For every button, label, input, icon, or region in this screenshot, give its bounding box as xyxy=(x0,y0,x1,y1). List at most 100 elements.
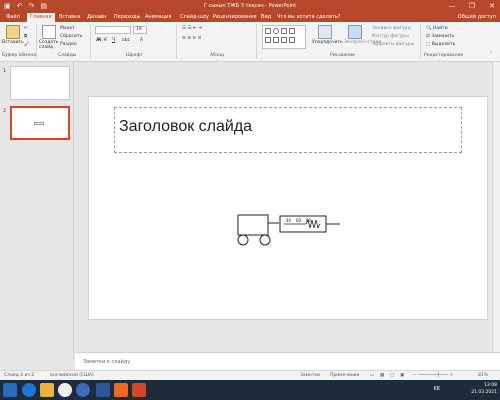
taskbar: KK 13:08 21.03.2021 xyxy=(0,380,500,400)
minimize-button[interactable]: — xyxy=(446,0,458,12)
tab-review[interactable]: Рецензирование xyxy=(210,13,260,22)
paste-label[interactable]: Вставить xyxy=(2,40,24,46)
slide-title: Заголовок слайда xyxy=(119,118,253,135)
font-size-select[interactable]: 18 xyxy=(133,26,147,34)
powerpoint-icon[interactable] xyxy=(132,383,146,397)
tab-home[interactable]: Главная xyxy=(27,13,55,22)
underline-icon[interactable]: Ч xyxy=(112,38,115,44)
tab-view[interactable]: Вид xyxy=(258,13,274,22)
font-size-value: 18 xyxy=(136,27,142,32)
share-button[interactable]: Общий доступ xyxy=(458,12,496,22)
title-placeholder[interactable]: Заголовок слайда xyxy=(114,107,462,153)
new-slide-icon[interactable] xyxy=(42,25,56,39)
find-label: Найти xyxy=(433,26,448,31)
separator xyxy=(420,24,421,58)
font-family-select[interactable] xyxy=(95,26,131,34)
tab-slideshow[interactable]: Слайд-шоу xyxy=(177,13,212,22)
replace-button[interactable]: ⇄ Заменить xyxy=(426,34,454,40)
strikethrough-icon[interactable]: abc xyxy=(122,38,130,44)
slide-thumbnail-pane: 1 2 xyxy=(0,62,74,360)
close-button[interactable]: ✕ xyxy=(486,0,498,12)
line-shape-icon[interactable] xyxy=(265,37,271,43)
ribbon-tabs: Файл Главная Вставка Дизайн Переходы Ани… xyxy=(0,12,500,22)
restore-button[interactable]: ❐ xyxy=(466,0,478,12)
arrange-label[interactable]: Упорядочить xyxy=(312,40,343,46)
oval-shape-icon[interactable] xyxy=(273,28,279,34)
textbox-shape-icon[interactable] xyxy=(281,28,287,34)
tab-design[interactable]: Дизайн xyxy=(84,13,109,22)
cart-spring-drawing[interactable]: 40 60 80 xyxy=(234,212,344,250)
star-shape-icon[interactable] xyxy=(289,37,295,43)
replace-label: Заменить xyxy=(431,34,455,39)
system-clock[interactable]: 13:08 21.03.2021 xyxy=(471,382,497,396)
group-paragraph-label: Абзац xyxy=(210,53,225,58)
slide-thumbnail-1[interactable] xyxy=(10,66,70,100)
tab-file[interactable]: Файл xyxy=(3,13,23,22)
arrange-icon[interactable] xyxy=(318,25,332,39)
title-bar: ▣ ↶ ↷ ▤ Г сынып ТЖБ 3 тоқсан - PowerPoin… xyxy=(0,0,500,12)
find-button[interactable]: 🔍 Найти xyxy=(426,26,448,32)
font-color-icon[interactable]: A xyxy=(140,38,143,44)
group-editing-label: Редактирование xyxy=(424,53,464,58)
thumbnail-number: 1 xyxy=(3,68,7,74)
group-font-label: Шрифт xyxy=(126,53,144,58)
status-bar: Слайд 2 из 2 английский (США) Заметки Пр… xyxy=(0,370,500,380)
thumbnail-number: 2 xyxy=(3,108,7,114)
slide-canvas[interactable]: Заголовок слайда 40 60 80 xyxy=(88,96,488,320)
ribbon: Вставить ✂ ⧉ 🖌 Буфер обмена Создать слай… xyxy=(0,22,500,62)
separator xyxy=(36,24,37,58)
tab-transitions[interactable]: Переходы xyxy=(111,13,144,22)
word-icon[interactable] xyxy=(96,383,110,397)
media-player-icon[interactable] xyxy=(76,383,90,397)
file-explorer-icon[interactable] xyxy=(40,383,54,397)
shapes-gallery[interactable] xyxy=(262,25,306,49)
notes-pane[interactable]: Заметки к слайду xyxy=(75,352,500,370)
cart-wheel-icon xyxy=(237,234,249,246)
align-icons[interactable]: ≡ ≡ ≡ ≡ xyxy=(182,36,201,42)
tab-animations[interactable]: Анимация xyxy=(142,13,174,22)
copy-icon[interactable]: ⧉ xyxy=(24,34,27,40)
section-button[interactable]: Раздел xyxy=(60,42,77,48)
quick-styles-icon[interactable] xyxy=(348,25,362,39)
scale-label-40: 40 xyxy=(286,218,292,223)
spring-icon xyxy=(305,218,321,230)
notes-placeholder: Заметки к слайду xyxy=(83,359,131,365)
paste-icon[interactable] xyxy=(6,25,20,39)
layout-button[interactable]: Макет xyxy=(60,26,75,32)
input-language[interactable]: KK xyxy=(433,386,440,392)
shape-outline-button[interactable]: Контур фигуры xyxy=(372,34,409,40)
tab-insert[interactable]: Вставка xyxy=(56,13,83,22)
collapse-ribbon-icon[interactable]: ˄ xyxy=(490,52,492,58)
connector-shape-icon[interactable] xyxy=(281,37,287,43)
chrome-icon[interactable] xyxy=(58,383,72,397)
reset-button[interactable]: Сбросить xyxy=(60,34,82,40)
format-painter-icon[interactable]: 🖌 xyxy=(24,42,30,48)
shape-fill-button[interactable]: Заливка фигуры xyxy=(372,26,411,32)
internet-explorer-icon[interactable] xyxy=(22,383,36,397)
separator xyxy=(90,24,91,58)
rectangle-shape-icon[interactable] xyxy=(265,28,271,34)
firefox-icon[interactable] xyxy=(114,383,128,397)
select-button[interactable]: ⬚ Выделить xyxy=(426,42,455,48)
cart-body-icon xyxy=(237,214,269,236)
slide-thumbnail-2[interactable] xyxy=(10,106,70,140)
clock-time: 13:08 xyxy=(484,383,497,388)
bullets-icon[interactable]: ☰ ☰ ⇤ ⇥ xyxy=(182,26,202,32)
group-slides-label: Слайды xyxy=(58,53,77,58)
group-drawing-label: Рисование xyxy=(330,53,355,58)
start-icon[interactable] xyxy=(3,383,17,397)
bold-icon[interactable]: Ж xyxy=(96,38,102,44)
cart-wheel-icon xyxy=(259,234,271,246)
italic-icon[interactable]: К xyxy=(104,38,107,44)
cut-icon[interactable]: ✂ xyxy=(24,26,28,32)
select-label: Выделить xyxy=(431,42,456,47)
shape-effects-button[interactable]: Эффекты фигуры xyxy=(372,42,414,48)
vertical-scrollbar[interactable] xyxy=(492,62,500,352)
new-slide-label[interactable]: Создать слайд xyxy=(39,40,59,50)
separator xyxy=(256,24,257,58)
group-clipboard-label: Буфер обмена xyxy=(2,53,37,58)
thumbnail-drawing xyxy=(34,122,44,125)
arrow-shape-icon[interactable] xyxy=(273,37,279,43)
tell-me-search[interactable]: Что вы хотите сделать? xyxy=(274,13,343,22)
triangle-shape-icon[interactable] xyxy=(289,28,295,34)
